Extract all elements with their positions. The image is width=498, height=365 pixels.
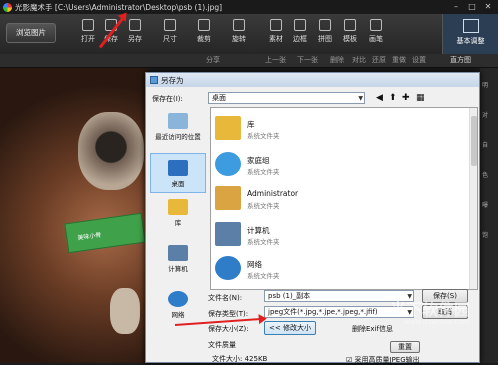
back-icon[interactable]: ◀ <box>376 93 383 103</box>
user-folder-icon <box>215 186 241 210</box>
prev-button[interactable]: 上一张 <box>265 55 286 65</box>
open-icon <box>82 19 94 31</box>
redo-button[interactable]: 重做 <box>392 55 406 65</box>
watermark: 当下软件园 <box>390 300 471 319</box>
browse-images-button[interactable]: 浏览图片 <box>6 23 56 43</box>
new-folder-icon[interactable]: ✚ <box>402 93 410 103</box>
template-button[interactable]: 模板 <box>336 17 364 51</box>
list-item[interactable]: 库 系统文件夹 <box>215 114 455 146</box>
nav-desktop[interactable]: 桌面 <box>150 153 206 193</box>
resize-icon <box>164 19 176 31</box>
library-folder-icon <box>215 116 241 140</box>
dialog-icon <box>150 76 158 84</box>
brush-icon <box>370 19 382 31</box>
dialog-title-bar: 另存为 <box>146 73 479 87</box>
library-icon <box>168 199 188 215</box>
pug-paw <box>110 288 140 334</box>
next-button[interactable]: 下一张 <box>297 55 318 65</box>
settings-button[interactable]: 设置 <box>412 55 426 65</box>
brush-button[interactable]: 画笔 <box>362 17 390 51</box>
list-item[interactable]: 计算机 系统文件夹 <box>215 220 455 252</box>
main-toolbar: 浏览图片 打开 保存 另存 尺寸 裁剪 旋转 素材 边框 拼图 模板 画笔 <box>0 14 498 54</box>
chevron-down-icon: ▼ <box>358 95 363 102</box>
histogram-button[interactable]: 直方图 <box>450 55 471 65</box>
restore-button[interactable]: 还原 <box>372 55 386 65</box>
reset-button[interactable]: 重置 <box>390 341 420 353</box>
collage-button[interactable]: 拼图 <box>311 17 339 51</box>
computer-icon <box>168 245 188 261</box>
green-toy: 美味小骨 <box>64 212 146 254</box>
nav-computer[interactable]: 计算机 <box>150 245 206 285</box>
sub-toolbar: 分享 上一张 下一张 删除 对比 还原 重做 设置 直方图 <box>0 54 498 68</box>
collage-icon <box>319 19 331 31</box>
view-menu-icon[interactable]: ▦ <box>416 93 425 103</box>
up-folder-icon[interactable]: ⬆ <box>389 93 397 103</box>
share-button[interactable]: 分享 <box>206 55 220 65</box>
tab-basic-adjust[interactable]: 基本调整 <box>442 14 498 54</box>
recent-places-icon <box>168 113 188 129</box>
rotate-button[interactable]: 旋转 <box>225 17 253 51</box>
adjust-icon <box>462 19 479 33</box>
computer-icon <box>215 222 241 246</box>
homegroup-icon <box>215 152 241 176</box>
list-item[interactable]: 家庭组 系统文件夹 <box>215 150 455 182</box>
crop-button[interactable]: 裁剪 <box>190 17 218 51</box>
window-title: 光影魔术手 [C:\Users\Administrator\Desktop\ps… <box>15 2 223 12</box>
modify-size-button[interactable]: << 修改大小 <box>264 321 316 335</box>
border-button[interactable]: 边框 <box>286 17 314 51</box>
save-as-icon <box>129 19 141 31</box>
save-in-select[interactable]: 桌面 ▼ <box>208 92 365 104</box>
file-list-scrollbar[interactable] <box>469 108 477 289</box>
high-quality-checkbox[interactable]: ☑ 采用高质量JPEG输出 <box>346 355 420 365</box>
resize-button[interactable]: 尺寸 <box>156 17 184 51</box>
template-icon <box>344 19 356 31</box>
list-item[interactable]: Administrator 系统文件夹 <box>215 184 455 216</box>
maximize-button[interactable]: □ <box>466 0 478 14</box>
photo-canvas[interactable]: 美味小骨 <box>0 68 148 363</box>
compare-button[interactable]: 对比 <box>352 55 366 65</box>
network-icon <box>215 256 241 280</box>
app-logo-icon <box>3 2 12 12</box>
rotate-icon <box>233 19 245 31</box>
adjust-panel-strip: 明 对 自 色 曝 饱 <box>480 68 498 363</box>
list-item[interactable]: 网络 系统文件夹 <box>215 254 455 286</box>
scrollbar-thumb[interactable] <box>471 116 477 166</box>
close-button[interactable]: ✕ <box>482 0 494 14</box>
file-list: 库 系统文件夹 家庭组 系统文件夹 Administrator 系统文件夹 计算… <box>210 107 478 290</box>
places-bar: 最近访问的位置 桌面 库 计算机 网络 <box>150 107 206 319</box>
nav-recent[interactable]: 最近访问的位置 <box>150 113 206 153</box>
title-bar: 光影魔术手 [C:\Users\Administrator\Desktop\ps… <box>0 0 498 14</box>
desktop-icon <box>168 160 188 176</box>
material-icon <box>270 19 282 31</box>
delete-button[interactable]: 删除 <box>330 55 344 65</box>
remove-exif-checkbox[interactable]: 删除Exif信息 <box>352 324 393 334</box>
pug-face <box>78 112 144 190</box>
border-icon <box>294 19 306 31</box>
watermark-url: www.downxia.com <box>404 318 470 326</box>
minimize-button[interactable]: – <box>450 0 462 14</box>
network-icon <box>168 291 188 307</box>
nav-library[interactable]: 库 <box>150 199 206 239</box>
crop-icon <box>198 19 210 31</box>
